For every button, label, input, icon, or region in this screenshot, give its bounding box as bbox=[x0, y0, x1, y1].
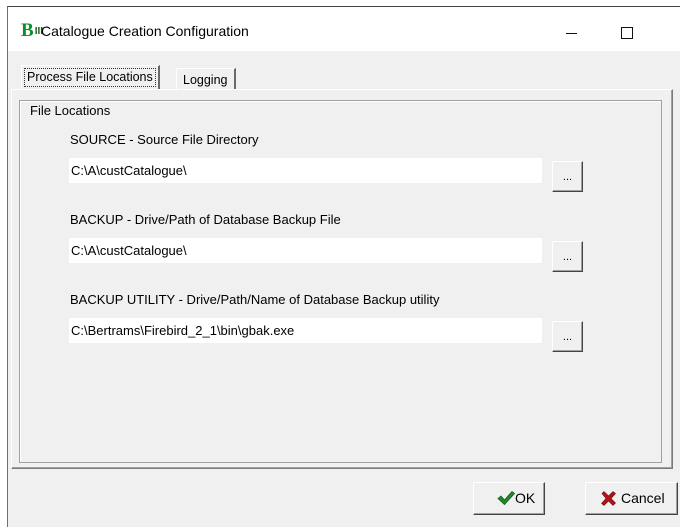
window-title: Catalogue Creation Configuration bbox=[41, 23, 249, 39]
cancel-label: Cancel bbox=[621, 490, 665, 506]
groupbox-title: File Locations bbox=[29, 103, 112, 118]
maximize-button[interactable] bbox=[604, 7, 650, 51]
ok-button[interactable]: OK bbox=[473, 482, 545, 515]
backup-path-input[interactable] bbox=[69, 238, 542, 263]
file-locations-groupbox: File Locations SOURCE - Source File Dire… bbox=[19, 100, 662, 463]
red-x-icon bbox=[600, 490, 617, 510]
backup-utility-browse-button[interactable]: ... bbox=[552, 321, 583, 352]
focus-rectangle bbox=[24, 68, 156, 87]
tab-label: Logging bbox=[183, 73, 228, 87]
backup-browse-button[interactable]: ... bbox=[552, 241, 583, 272]
source-label: SOURCE - Source File Directory bbox=[70, 132, 259, 147]
backup-utility-input[interactable] bbox=[69, 318, 542, 343]
backup-label: BACKUP - Drive/Path of Database Backup F… bbox=[70, 212, 341, 227]
tab-logging[interactable]: Logging bbox=[176, 68, 236, 90]
backup-utility-label: BACKUP UTILITY - Drive/Path/Name of Data… bbox=[70, 292, 440, 307]
tab-page-process-file-locations: File Locations SOURCE - Source File Dire… bbox=[11, 89, 673, 469]
app-logo-icon: B III bbox=[21, 20, 44, 41]
checkmark-icon bbox=[497, 490, 516, 509]
source-browse-button[interactable]: ... bbox=[552, 161, 583, 192]
source-directory-input[interactable] bbox=[69, 158, 542, 183]
ok-label: OK bbox=[515, 490, 536, 506]
tab-process-file-locations[interactable]: Process File Locations bbox=[21, 65, 160, 90]
config-window: B III Catalogue Creation Configuration Pr… bbox=[7, 6, 680, 527]
minimize-button[interactable] bbox=[548, 7, 594, 51]
title-bar[interactable]: B III Catalogue Creation Configuration bbox=[8, 7, 680, 51]
tab-strip: Process File Locations Logging bbox=[8, 51, 680, 91]
cancel-button[interactable]: Cancel bbox=[585, 482, 678, 515]
